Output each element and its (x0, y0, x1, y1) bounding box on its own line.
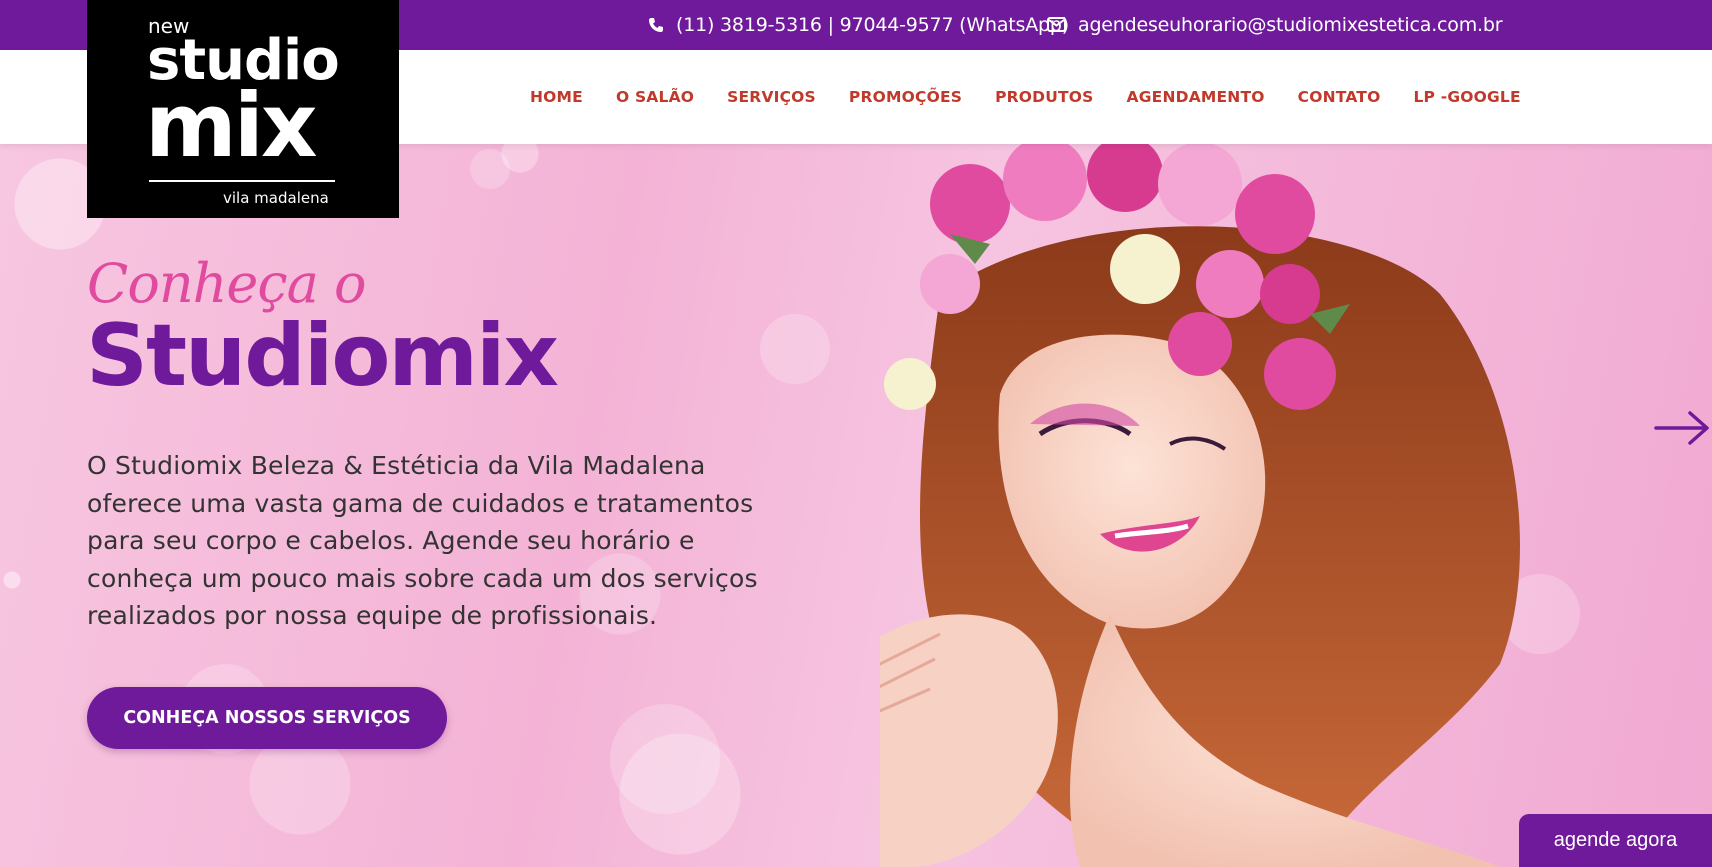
phone-text: (11) 3819-5316 | 97044-9577 (WhatsApp) (676, 14, 1069, 36)
site-logo[interactable]: new studio mix vila madalena (87, 0, 399, 218)
nav-produtos[interactable]: PRODUTOS (995, 88, 1093, 106)
phone-icon (648, 17, 664, 33)
services-cta-button[interactable]: CONHEÇA NOSSOS SERVIÇOS (87, 687, 447, 749)
bokeh-light (470, 149, 510, 189)
nav-agendamento[interactable]: AGENDAMENTO (1127, 88, 1265, 106)
bokeh-light (610, 704, 720, 814)
hero-description: O Studiomix Beleza & Estéticia da Vila M… (87, 451, 758, 630)
main-nav: HOME O SALÃO SERVIÇOS PROMOÇÕES PRODUTOS… (530, 50, 1554, 144)
bokeh-light (760, 314, 830, 384)
nav-o-salao[interactable]: O SALÃO (616, 88, 694, 106)
nav-promocoes[interactable]: PROMOÇÕES (849, 88, 962, 106)
agende-agora-button[interactable]: agende agora (1519, 814, 1712, 867)
logo-mix: mix (145, 74, 318, 177)
phone-contact[interactable]: (11) 3819-5316 | 97044-9577 (WhatsApp) (648, 0, 1069, 50)
nav-servicos[interactable]: SERVIÇOS (727, 88, 816, 106)
hero-woman-image (880, 144, 1520, 867)
nav-home[interactable]: HOME (530, 88, 583, 106)
email-contact[interactable]: agendeseuhorario@studiomixestetica.com.b… (1047, 0, 1503, 50)
logo-divider (149, 180, 335, 182)
hero-title: Studiomix (86, 306, 559, 406)
envelope-icon (1047, 17, 1066, 33)
logo-subtitle: vila madalena (223, 189, 329, 207)
email-text: agendeseuhorario@studiomixestetica.com.b… (1078, 14, 1503, 36)
arrow-right-icon[interactable] (1654, 410, 1710, 446)
hero-banner: Conheça o Studiomix O Studiomix Beleza &… (0, 144, 1712, 867)
nav-lp-google[interactable]: LP -GOOGLE (1413, 88, 1520, 106)
nav-contato[interactable]: CONTATO (1298, 88, 1381, 106)
